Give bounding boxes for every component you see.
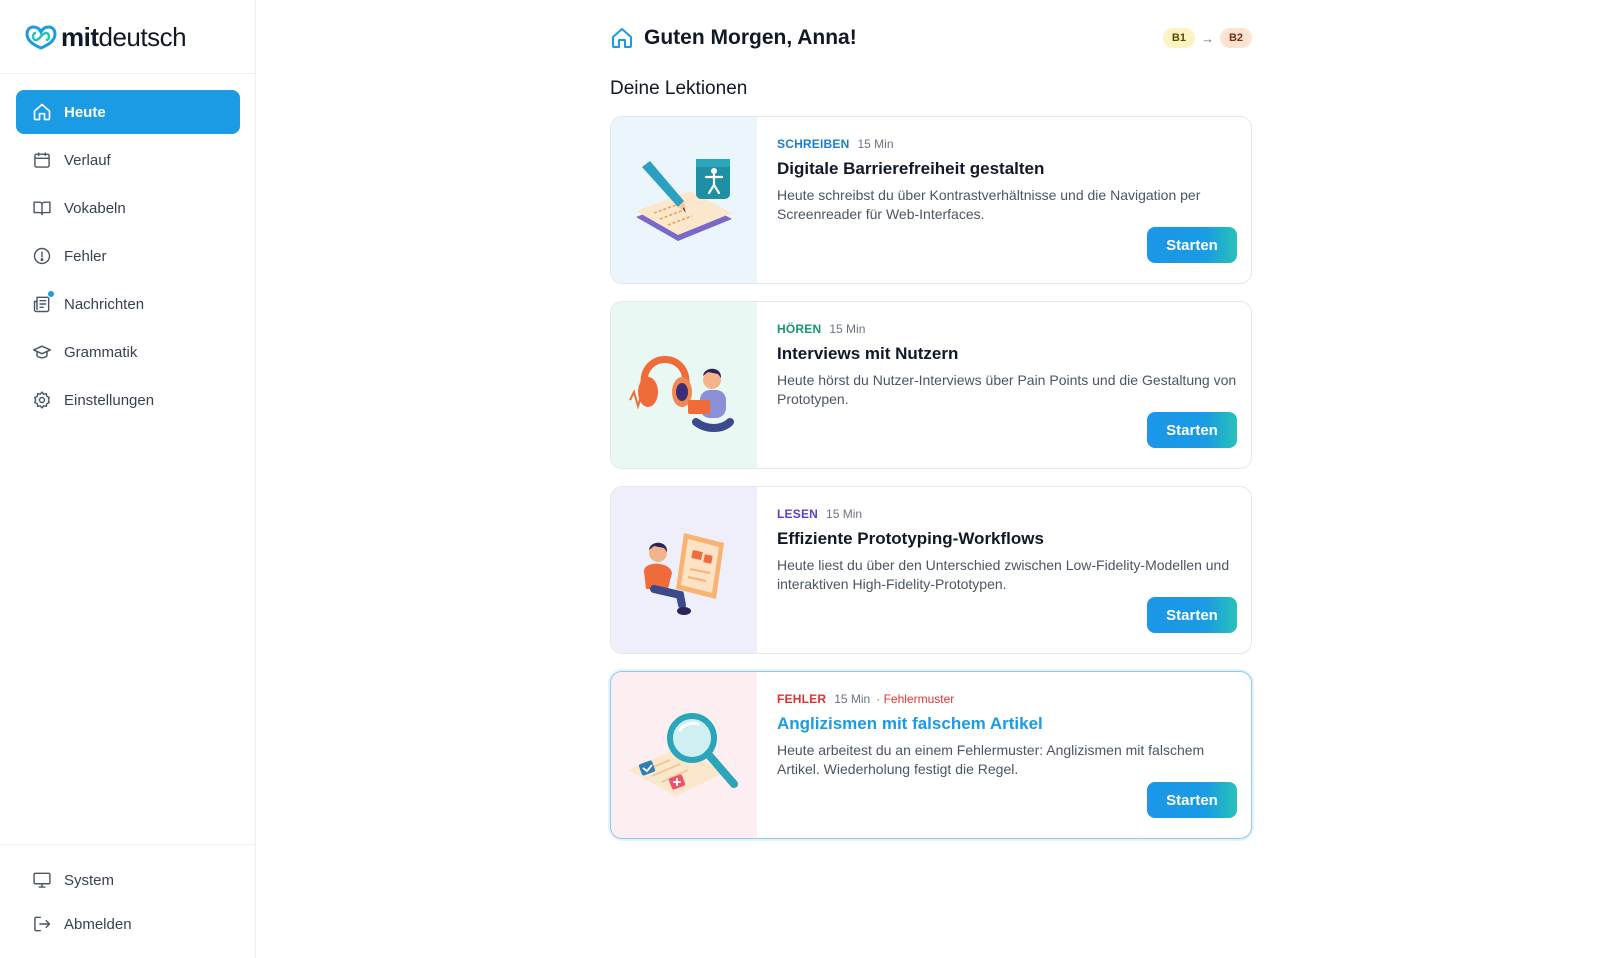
book-icon [32, 198, 52, 218]
lesson-description: Heute hörst du Nutzer-Interviews über Pa… [777, 372, 1237, 407]
current-level-badge: B1 [1162, 28, 1195, 48]
lesson-title[interactable]: Digitale Barrierefreiheit gestalten [777, 159, 1237, 179]
sidebar-item-nachrichten[interactable]: Nachrichten [16, 282, 240, 326]
sidebar-item-label: Verlauf [64, 151, 111, 169]
page-header: Guten Morgen, Anna! B1 → B2 [610, 24, 1252, 52]
headphones-person-illustration [611, 302, 757, 468]
lesson-title[interactable]: Interviews mit Nutzern [777, 344, 1237, 364]
monitor-icon [32, 870, 52, 890]
reading-person-illustration [611, 487, 757, 653]
gear-icon [32, 390, 52, 410]
newspaper-icon [32, 290, 55, 314]
home-icon [612, 28, 632, 48]
logout-icon [32, 914, 52, 934]
graduation-cap-icon [32, 342, 52, 362]
sidebar-item-grammatik[interactable]: Grammatik [16, 330, 240, 374]
sidebar-item-system[interactable]: System [16, 860, 240, 900]
sidebar-item-vokabeln[interactable]: Vokabeln [16, 186, 240, 230]
lesson-card[interactable]: HÖREN 15 Min Interviews mit Nutzern Heut… [610, 301, 1252, 469]
start-button[interactable]: Starten [1147, 227, 1237, 263]
main-nav: Heute Verlauf Vokabeln Fehler Nachrichte… [16, 90, 240, 426]
calendar-icon [32, 150, 52, 170]
lesson-title[interactable]: Anglizismen mit falschem Artikel [777, 714, 1237, 734]
lesson-duration: 15 Min [829, 322, 866, 336]
pen-accessibility-illustration [611, 117, 757, 283]
lesson-category: HÖREN [777, 322, 822, 336]
start-button[interactable]: Starten [1147, 597, 1237, 633]
notification-dot [47, 290, 55, 298]
lesson-category: SCHREIBEN [777, 137, 850, 151]
start-button[interactable]: Starten [1147, 782, 1237, 818]
greeting-title: Guten Morgen, Anna! [644, 26, 857, 49]
lesson-card[interactable]: SCHREIBEN 15 Min Digitale Barrierefreihe… [610, 116, 1252, 284]
target-level-badge: B2 [1219, 28, 1252, 48]
sidebar-item-label: System [64, 871, 115, 889]
sidebar-item-label: Einstellungen [64, 391, 155, 409]
home-icon [32, 102, 52, 122]
sidebar-item-label: Vokabeln [64, 199, 126, 217]
sidebar-item-heute[interactable]: Heute [16, 90, 240, 134]
sidebar-item-label: Heute [64, 103, 106, 121]
section-title: Deine Lektionen [610, 78, 748, 99]
lesson-category: LESEN [777, 507, 819, 521]
lesson-duration: 15 Min [834, 692, 871, 706]
logo-icon [25, 25, 57, 50]
start-button[interactable]: Starten [1147, 412, 1237, 448]
sidebar-item-label: Grammatik [64, 343, 138, 361]
sidebar-item-einstellungen[interactable]: Einstellungen [16, 378, 240, 422]
sidebar-divider [0, 844, 256, 845]
level-progress: B1 → B2 [1162, 28, 1252, 48]
error-pattern-tag: · Fehlermuster [876, 692, 955, 706]
sidebar-item-fehler[interactable]: Fehler [16, 234, 240, 278]
sidebar-item-abmelden[interactable]: Abmelden [16, 904, 240, 944]
lesson-description: Heute liest du über den Unterschied zwis… [777, 557, 1230, 592]
lesson-duration: 15 Min [857, 137, 894, 151]
magnifier-illustration [611, 672, 757, 838]
app-logo[interactable]: mitdeutsch [24, 21, 187, 52]
level-arrow: → [1200, 30, 1214, 46]
lesson-description: Heute schreibst du über Kontrastverhältn… [777, 187, 1201, 222]
sidebar-divider [0, 73, 256, 74]
sidebar-item-label: Fehler [64, 247, 107, 265]
lesson-duration: 15 Min [826, 507, 863, 521]
sidebar: mitdeutsch Heute Verlauf Vokabeln Fehler… [0, 0, 256, 958]
sidebar-item-label: Nachrichten [64, 295, 145, 313]
lesson-card[interactable]: FEHLER 15 Min · Fehlermuster Anglizismen… [610, 671, 1252, 839]
bottom-nav: System Abmelden [16, 860, 240, 948]
lesson-description: Heute arbeitest du an einem Fehlermuster… [777, 742, 1205, 777]
lesson-title[interactable]: Effiziente Prototyping-Workflows [777, 529, 1237, 549]
sidebar-item-verlauf[interactable]: Verlauf [16, 138, 240, 182]
alert-circle-icon [32, 246, 52, 266]
lesson-list: SCHREIBEN 15 Min Digitale Barrierefreihe… [610, 116, 1252, 856]
lesson-category: FEHLER [777, 692, 827, 706]
logo-text: mitdeutsch [61, 21, 187, 52]
sidebar-item-label: Abmelden [64, 915, 132, 933]
lesson-card[interactable]: LESEN 15 Min Effiziente Prototyping-Work… [610, 486, 1252, 654]
